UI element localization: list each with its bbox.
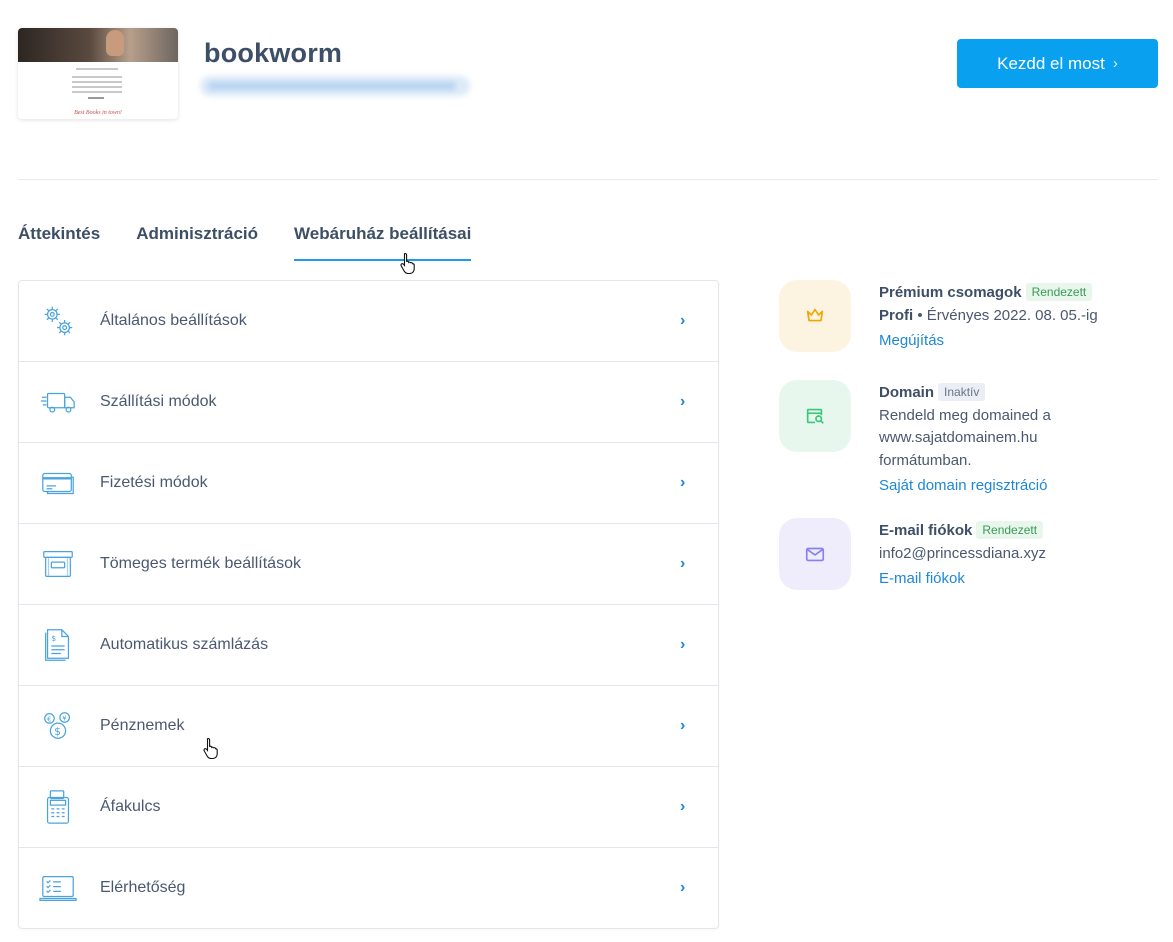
chevron-right-icon: › <box>680 312 686 329</box>
chevron-right-icon: › <box>1112 55 1118 72</box>
hand-cursor-icon <box>400 252 415 274</box>
service-premium: Prémium csomagok Rendezett Profi • Érvény… <box>779 280 1159 380</box>
status-badge: Rendezett <box>976 521 1044 539</box>
currency-coins-icon: € ¥ $ <box>38 706 78 746</box>
settings-item-general[interactable]: Általános beállítások › <box>19 281 718 362</box>
settings-item-contact[interactable]: Elérhetőség › <box>19 848 718 928</box>
chevron-right-icon: › <box>680 798 686 815</box>
credit-card-icon <box>38 463 78 503</box>
header-divider <box>18 179 1158 180</box>
email-accounts-link[interactable]: E-mail fiókok <box>879 570 965 587</box>
thumbnail-caption: Best Books in town! <box>74 110 122 116</box>
settings-item-label: Pénznemek <box>100 717 185 734</box>
settings-item-label: Áfakulcs <box>100 798 161 815</box>
svg-text:$: $ <box>54 726 61 738</box>
thumbnail-hero-image <box>18 28 178 62</box>
laptop-checklist-icon <box>38 868 78 908</box>
chevron-right-icon: › <box>680 555 686 572</box>
chevron-right-icon: › <box>680 636 686 653</box>
browser-search-icon <box>779 380 851 452</box>
start-now-button[interactable]: Kezdd el most › <box>957 39 1158 88</box>
domain-description-line: formátumban. <box>879 451 972 469</box>
site-thumbnail[interactable]: Best Books in town! <box>18 28 178 119</box>
email-address: info2@princessdiana.xyz <box>879 544 1046 562</box>
invoice-icon: $ <box>38 625 78 665</box>
truck-icon <box>38 382 78 422</box>
chevron-right-icon: › <box>680 717 686 734</box>
calculator-icon <box>38 787 78 827</box>
settings-item-label: Elérhetőség <box>100 879 186 896</box>
premium-title: Prémium csomagok <box>879 284 1022 301</box>
domain-description-line: Rendeld meg domained a <box>879 406 1051 424</box>
email-title: E-mail fiókok <box>879 522 973 539</box>
status-badge: Rendezett <box>1025 283 1093 301</box>
tab-administration[interactable]: Adminisztráció <box>136 224 258 260</box>
settings-list: Általános beállítások › Szállítási módok… <box>18 280 719 929</box>
hand-cursor-icon <box>203 737 218 759</box>
settings-item-vat[interactable]: Áfakulcs › <box>19 767 718 848</box>
settings-item-label: Általános beállítások <box>100 312 247 329</box>
svg-text:$: $ <box>51 634 56 643</box>
start-now-label: Kezdd el most <box>997 53 1105 73</box>
status-badge: Inaktív <box>938 383 986 401</box>
domain-title: Domain <box>879 384 935 401</box>
settings-item-payment[interactable]: Fizetési módok › <box>19 443 718 524</box>
svg-text:¥: ¥ <box>62 714 66 722</box>
gears-icon <box>38 301 78 341</box>
chevron-right-icon: › <box>680 879 686 896</box>
chevron-right-icon: › <box>680 474 686 491</box>
settings-item-bulk-products[interactable]: Tömeges termék beállítások › <box>19 524 718 605</box>
settings-item-shipping[interactable]: Szállítási módok › <box>19 362 718 443</box>
settings-item-label: Automatikus számlázás <box>100 636 269 653</box>
service-domain: Domain Inaktív Rendeld meg domained a www… <box>779 380 1159 518</box>
envelope-icon <box>779 518 851 590</box>
chevron-right-icon: › <box>680 393 686 410</box>
own-domain-registration-link[interactable]: Saját domain regisztráció <box>879 477 1047 494</box>
tab-webshop-settings[interactable]: Webáruház beállításai <box>294 224 472 261</box>
tab-overview[interactable]: Áttekintés <box>18 224 100 260</box>
site-name: bookworm <box>204 38 343 68</box>
settings-item-label: Fizetési módok <box>100 474 208 491</box>
settings-item-invoicing[interactable]: $ Automatikus számlázás › <box>19 605 718 686</box>
settings-item-currencies[interactable]: € ¥ $ Pénznemek › <box>19 686 718 767</box>
domain-description-line: www.sajatdomainem.hu <box>879 429 1038 446</box>
settings-item-label: Tömeges termék beállítások <box>100 555 301 572</box>
svg-text:€: € <box>47 715 51 723</box>
crown-icon <box>779 280 851 352</box>
services-panel: Prémium csomagok Rendezett Profi • Érvény… <box>779 280 1159 618</box>
box-icon <box>38 544 78 584</box>
site-url-redacted <box>200 76 470 96</box>
premium-plan: Profi <box>879 306 914 324</box>
service-email: E-mail fiókok Rendezett info2@princessdia… <box>779 518 1159 618</box>
settings-item-label: Szállítási módok <box>100 393 217 410</box>
renew-link[interactable]: Megújítás <box>879 332 944 349</box>
premium-validity: • Érvényes 2022. 08. 05.-ig <box>917 306 1098 324</box>
